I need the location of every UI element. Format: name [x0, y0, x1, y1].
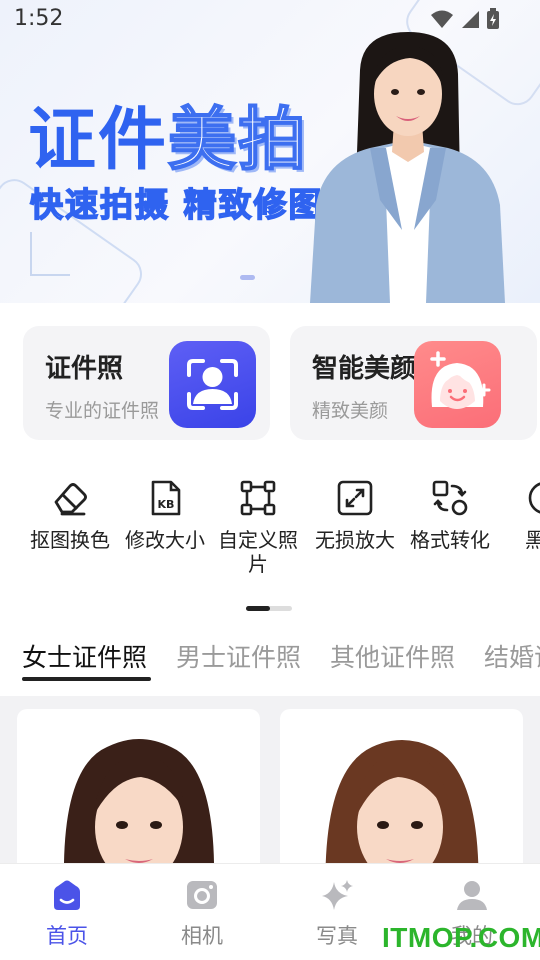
tab-female-id[interactable]: 女士证件照 [22, 638, 147, 674]
tool-label: 格式转化 [410, 528, 490, 552]
status-icons [430, 8, 500, 30]
eraser-icon [54, 483, 87, 516]
tab-marriage[interactable]: 结婚证 [484, 638, 540, 674]
signal-icon [462, 11, 479, 28]
tool-black-white[interactable]: 黑白 [497, 470, 540, 552]
portrait-frame-icon [169, 341, 256, 428]
status-bar: 1:52 [0, 0, 540, 40]
circle-icon [528, 482, 540, 514]
nav-home[interactable]: 首页 [27, 878, 107, 950]
expand-icon [337, 480, 373, 516]
card-subtitle: 专业的证件照 [45, 400, 160, 422]
nav-label: 写真 [316, 924, 358, 948]
tab-underline [22, 677, 151, 681]
smart-beauty-card[interactable]: 智能美颜 精致美颜 [290, 326, 537, 440]
card-subtitle: 精致美颜 [312, 400, 389, 422]
page-indicator-active [246, 606, 270, 611]
id-photo-card[interactable]: 证件照 专业的证件照 [23, 326, 270, 440]
template-photo-image [325, 740, 479, 864]
beauty-face-icon [414, 341, 501, 428]
template-photo-image [64, 739, 214, 864]
tool-resize[interactable]: KB 修改大小 [117, 470, 213, 552]
template-photo-card[interactable] [280, 709, 523, 864]
tool-label: 抠图换色 [30, 528, 110, 552]
nav-label: 相机 [181, 924, 223, 948]
kb-file-icon: KB [151, 480, 181, 516]
model-portrait-image [310, 32, 505, 303]
svg-text:KB: KB [158, 498, 175, 511]
tool-label: 自定义照片 [218, 528, 298, 576]
template-photo-card[interactable] [17, 709, 260, 864]
tool-label: 黑白 [525, 528, 540, 552]
nav-label: 首页 [46, 924, 88, 948]
nav-camera[interactable]: 相机 [162, 878, 242, 950]
tool-format-convert[interactable]: 格式转化 [402, 470, 498, 552]
home-icon [54, 880, 80, 910]
card-title: 证件照 [45, 354, 124, 384]
card-title: 智能美颜 [312, 354, 417, 384]
sparkle-icon [322, 880, 353, 910]
tool-cutout-recolor[interactable]: 抠图换色 [22, 470, 118, 552]
promo-banner[interactable]: 证件美拍 快速拍摄 精致修图 [0, 0, 540, 303]
camera-icon [187, 881, 217, 909]
banner-title: 证件美拍 [28, 100, 309, 181]
tool-label: 无损放大 [315, 528, 395, 552]
convert-icon [432, 480, 468, 516]
banner-decoration [30, 232, 70, 276]
tab-male-id[interactable]: 男士证件照 [176, 638, 301, 674]
tool-custom-photo[interactable]: 自定义照片 [210, 470, 306, 576]
profile-icon [457, 881, 487, 910]
tool-row: 抠图换色 KB 修改大小 自定义照片 无损放大 格式转化 黑 [0, 470, 540, 590]
battery-icon [487, 8, 499, 29]
watermark: ITMOP.COM [382, 922, 540, 953]
tool-page-indicator [246, 606, 292, 611]
banner-page-indicator [240, 275, 255, 280]
tool-label: 修改大小 [125, 528, 205, 552]
crop-nodes-icon [240, 480, 276, 516]
status-time: 1:52 [14, 6, 64, 31]
photo-grid [0, 696, 540, 864]
banner-subtitle: 快速拍摄 精致修图 [29, 184, 324, 225]
tool-lossless-enlarge[interactable]: 无损放大 [307, 470, 403, 552]
wifi-icon [431, 10, 453, 28]
tab-other-id[interactable]: 其他证件照 [330, 638, 455, 674]
nav-portrait[interactable]: 写真 [297, 878, 377, 950]
